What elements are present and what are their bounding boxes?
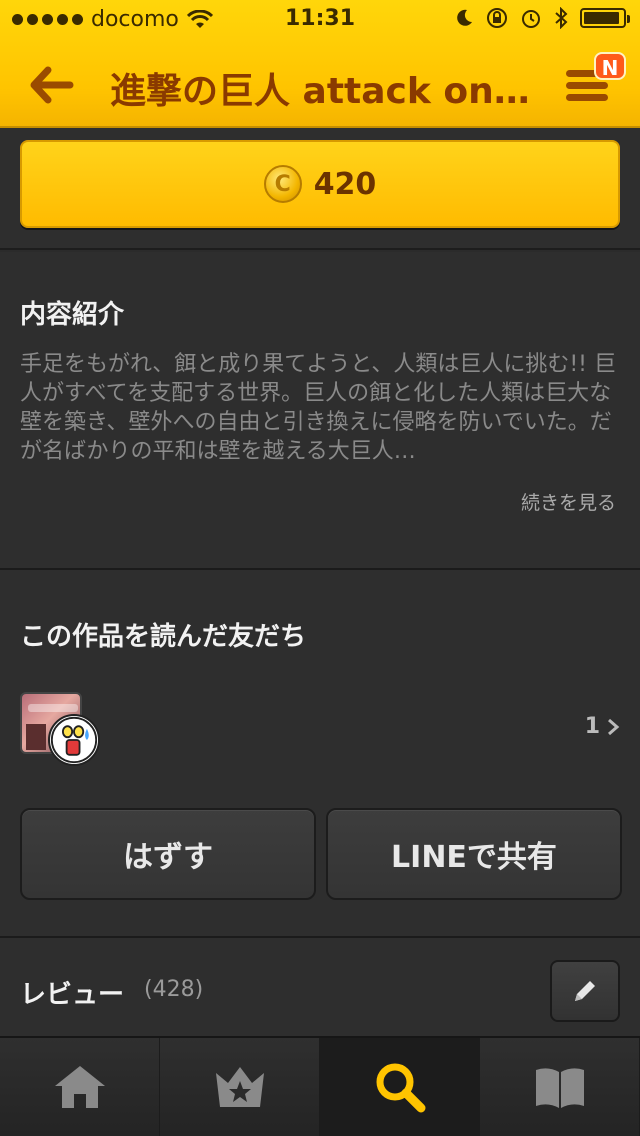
page-title: 進撃の巨人 attack on titan (110, 71, 530, 112)
review-count: (428) (144, 977, 204, 1002)
reviews-title: レビュー (20, 980, 125, 1010)
read-more-link[interactable]: 続きを見る (521, 488, 616, 515)
write-review-button[interactable] (550, 960, 620, 1022)
tab-bar (0, 1036, 640, 1136)
price-area: C 420 (0, 128, 640, 250)
battery-icon (580, 8, 630, 28)
moon-icon (457, 9, 472, 26)
tab-bookshelf[interactable] (480, 1038, 640, 1136)
status-icons (454, 7, 630, 29)
top-bar: docomo 11:31 進撃の巨人 attack on t N (0, 0, 640, 128)
tab-home[interactable] (0, 1038, 160, 1136)
friends-title: この作品を読んだ友だち (20, 622, 307, 652)
crown-icon (215, 1067, 264, 1107)
surprised-face-icon (48, 714, 100, 766)
menu-icon-bar (566, 94, 608, 101)
home-icon (54, 1066, 105, 1108)
friend-count-link[interactable]: 1 (585, 714, 620, 739)
rotation-lock-icon (487, 8, 507, 28)
menu-icon-bar (566, 82, 608, 89)
remove-button[interactable]: はずす (20, 808, 316, 900)
status-bar: docomo 11:31 (0, 0, 640, 40)
book-icon (535, 1068, 584, 1108)
friend-count: 1 (584, 714, 600, 739)
coin-icon: C (263, 165, 302, 203)
menu-button[interactable]: N (566, 52, 626, 110)
line-share-button[interactable]: LINEで共有 (326, 808, 622, 900)
nav-bar: 進撃の巨人 attack on titan N (0, 40, 640, 128)
tab-search[interactable] (320, 1038, 480, 1136)
price-label: 420 (313, 166, 377, 202)
notification-badge: N (594, 52, 626, 80)
buy-button[interactable]: C 420 (20, 140, 620, 228)
bluetooth-icon (555, 7, 568, 29)
chevron-right-icon (608, 718, 620, 735)
tab-ranking[interactable] (160, 1038, 320, 1136)
back-arrow-icon[interactable] (26, 60, 76, 110)
alarm-icon (522, 10, 540, 28)
search-icon (376, 1063, 425, 1113)
description-title: 内容紹介 (20, 300, 125, 330)
pencil-icon (575, 981, 595, 1001)
description-text: 手足をもがれ、餌と成り果てようと、人類は巨人に挑む!! 巨人がすべてを支配する世… (20, 352, 616, 464)
battery-fill (584, 12, 619, 24)
